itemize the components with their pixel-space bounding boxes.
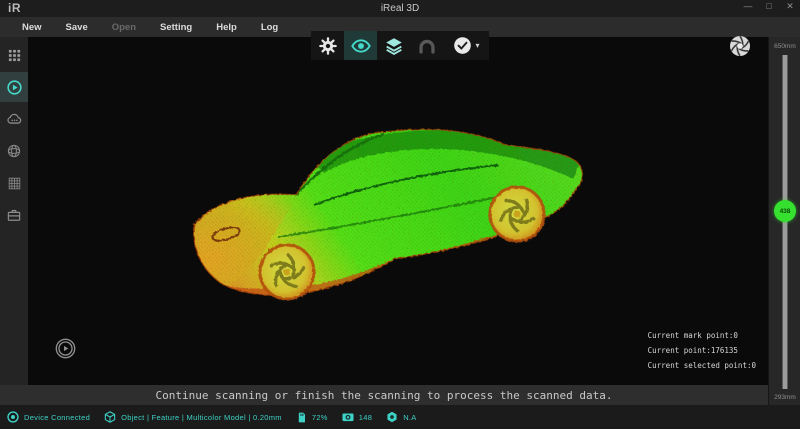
- menu-new[interactable]: New: [10, 19, 54, 36]
- window-controls: — □ ✕: [742, 1, 796, 12]
- mesh-grid-icon: [6, 175, 23, 192]
- menu-save[interactable]: Save: [54, 19, 100, 36]
- menu-open[interactable]: Open: [100, 19, 148, 36]
- menu-setting[interactable]: Setting: [148, 19, 204, 36]
- slider-max-label: 650mm: [769, 43, 800, 50]
- mesh-sphere-icon: [5, 142, 23, 160]
- sidebar-item-scan[interactable]: [0, 72, 28, 102]
- temperature-status: N.A: [385, 410, 416, 424]
- hex-nut-icon: [385, 410, 399, 424]
- scan-stats: Current mark point:0 Current point:17613…: [648, 328, 756, 373]
- settings-button[interactable]: [311, 31, 344, 60]
- camera-aperture-button[interactable]: [728, 34, 752, 58]
- menu-log[interactable]: Log: [249, 19, 290, 36]
- confirm-button[interactable]: ▾: [443, 31, 489, 60]
- layers-icon: [383, 35, 405, 57]
- scan-mode-cube-icon: [103, 410, 117, 424]
- frame-count-text: 148: [359, 413, 372, 422]
- temperature-text: N.A: [403, 413, 416, 422]
- scan-start-icon: [5, 78, 24, 97]
- title-bar: iR iReal 3D — □ ✕: [0, 0, 800, 17]
- menu-help[interactable]: Help: [204, 19, 249, 36]
- stat-current-point: Current point:176135: [648, 343, 756, 358]
- view-toolbar: ▾: [311, 31, 489, 60]
- device-status-text: Device Connected: [24, 413, 90, 422]
- maximize-button[interactable]: □: [763, 1, 775, 12]
- frame-status: 148: [341, 410, 372, 424]
- eye-icon: [350, 35, 372, 57]
- memory-card-icon: [295, 411, 308, 424]
- minimize-button[interactable]: —: [742, 1, 754, 12]
- avatar-hood-icon: [416, 35, 438, 57]
- distance-slider-track[interactable]: [782, 55, 788, 389]
- gear-icon: [318, 36, 338, 56]
- distance-slider-panel: 650mm 438 293mm: [768, 37, 800, 405]
- scan-mode-text: Object | Feature | Multicolor Model | 0.…: [121, 413, 282, 422]
- close-button[interactable]: ✕: [784, 1, 796, 12]
- point-cloud-icon: [5, 110, 24, 129]
- slider-min-label: 293mm: [769, 394, 800, 401]
- sidebar-item-mesh[interactable]: [0, 136, 28, 166]
- storage-text: 72%: [312, 413, 328, 422]
- layers-button[interactable]: [377, 31, 410, 60]
- sidebar-item-pointcloud[interactable]: [0, 104, 28, 134]
- sidebar-item-toolbox[interactable]: [0, 200, 28, 230]
- camera-icon: [341, 410, 355, 424]
- scan-mode-status: Object | Feature | Multicolor Model | 0.…: [103, 410, 282, 424]
- app-window: iR iReal 3D — □ ✕ New Save Open Setting …: [0, 0, 800, 429]
- play-circle-icon: [54, 337, 77, 360]
- apps-grid-icon: [6, 47, 23, 64]
- hint-message: Continue scanning or finish the scanning…: [156, 389, 613, 402]
- storage-status: 72%: [295, 411, 328, 424]
- toolbox-icon: [5, 206, 23, 224]
- stat-mark-point: Current mark point:0: [648, 328, 756, 343]
- hint-message-bar: Continue scanning or finish the scanning…: [0, 385, 768, 405]
- aperture-icon: [728, 34, 752, 58]
- device-target-icon: [6, 410, 20, 424]
- visibility-button[interactable]: [344, 31, 377, 60]
- sidebar-item-grid[interactable]: [0, 168, 28, 198]
- window-title: iReal 3D: [0, 3, 800, 14]
- stat-selected-point: Current selected point:0: [648, 358, 756, 373]
- distance-slider-handle[interactable]: 438: [774, 200, 796, 222]
- replay-button[interactable]: [54, 337, 77, 360]
- device-status: Device Connected: [6, 410, 90, 424]
- sidebar-item-apps[interactable]: [0, 40, 28, 70]
- chevron-down-icon[interactable]: ▾: [475, 41, 479, 50]
- check-circle-icon: [452, 35, 473, 56]
- avatar-button[interactable]: [410, 31, 443, 60]
- left-sidebar: [0, 37, 28, 385]
- status-bar: Device Connected Object | Feature | Mult…: [0, 405, 800, 429]
- scan-viewport[interactable]: ▾: [28, 37, 768, 385]
